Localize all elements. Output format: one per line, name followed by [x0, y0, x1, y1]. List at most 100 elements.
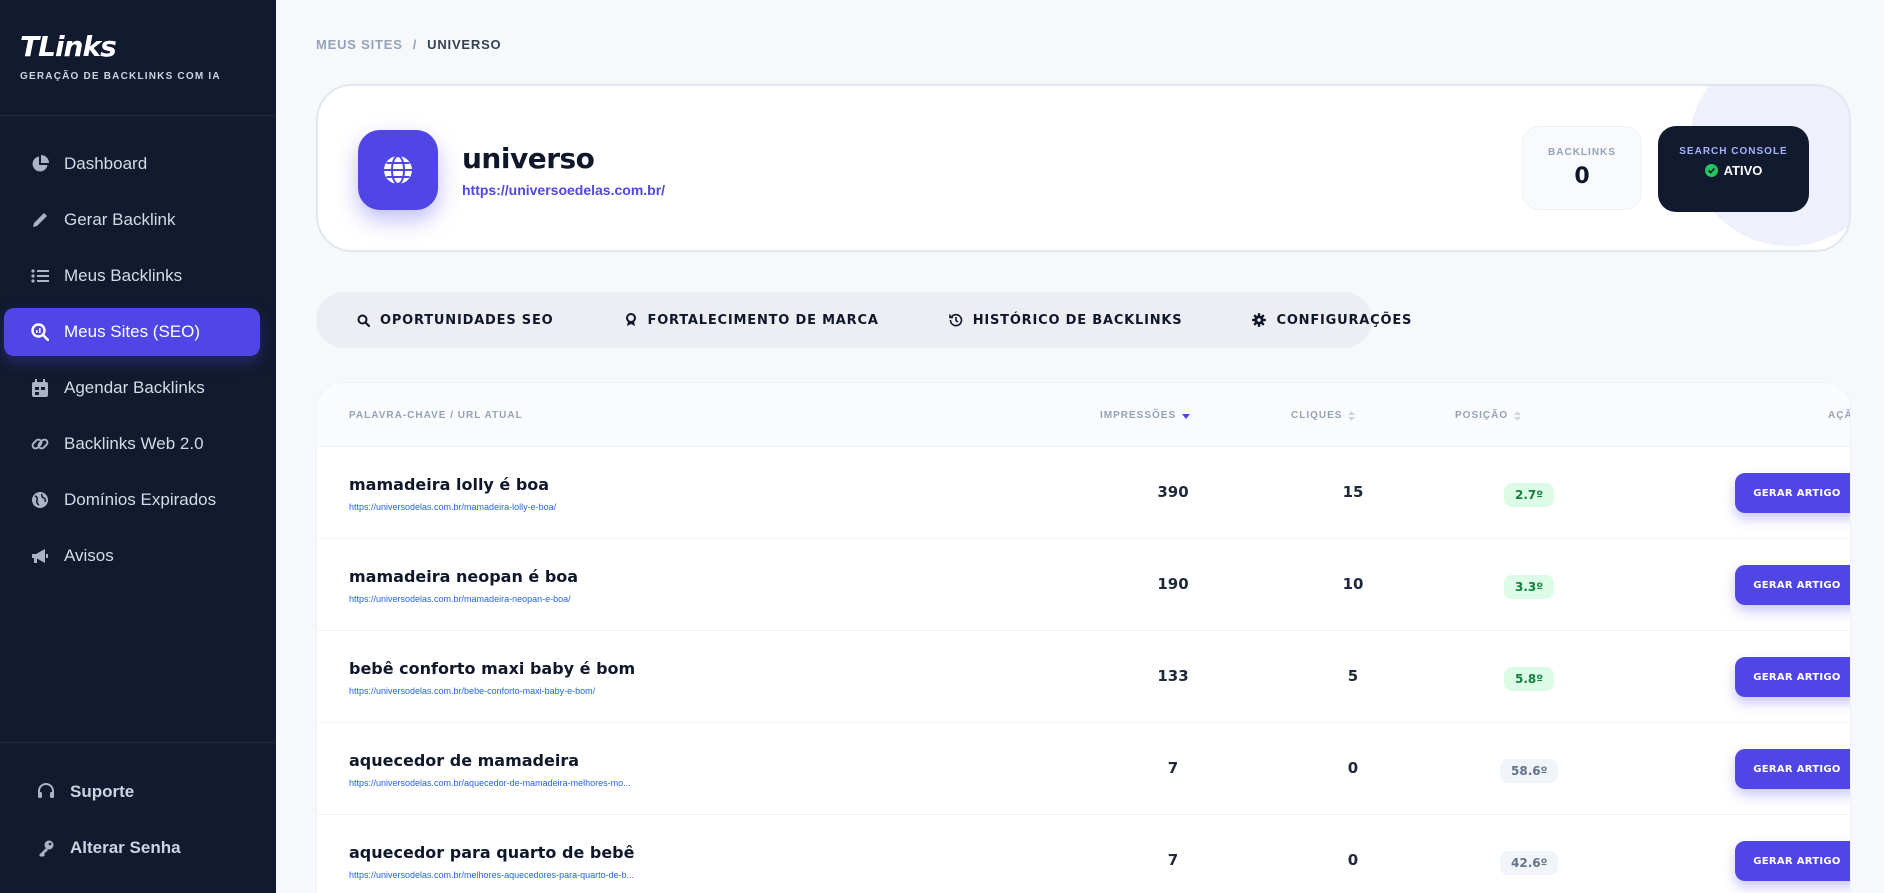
table-row: aquecedor para quarto de bebê https://un…: [317, 815, 1850, 893]
brand-tagline: GERAÇÃO DE BACKLINKS COM IA: [20, 71, 221, 82]
sidebar-item-dashboard[interactable]: Dashboard: [4, 140, 260, 188]
site-header-card: universo https://universoedelas.com.br/ …: [316, 84, 1851, 252]
keyword-url[interactable]: https://universodelas.com.br/aquecedor-d…: [349, 778, 631, 788]
sidebar-bottom: Suporte Alterar Senha: [28, 768, 258, 880]
tab-label: HISTÓRICO DE BACKLINKS: [972, 312, 1183, 328]
tab-configuracoes[interactable]: CONFIGURAÇÕES: [1252, 313, 1412, 328]
headset-icon: [34, 782, 58, 802]
sidebar-item-gerar-backlink[interactable]: Gerar Backlink: [4, 196, 260, 244]
search-console-state: ATIVO: [1658, 163, 1809, 178]
sidebar-item-label: Gerar Backlink: [64, 210, 176, 229]
tab-fortalecimento-de-marca[interactable]: FORTALECIMENTO DE MARCA: [624, 313, 879, 328]
table-row: aquecedor de mamadeira https://universod…: [317, 723, 1850, 815]
brand: TLinks GERAÇÃO DE BACKLINKS COM IA: [20, 30, 221, 82]
link-icon: [28, 434, 52, 454]
backlinks-count: 0: [1574, 164, 1590, 189]
impressions-value: 7: [1167, 759, 1179, 777]
keyword: aquecedor para quarto de bebê: [349, 843, 635, 862]
gerar-artigo-button[interactable]: GERAR ARTIGO: [1735, 749, 1850, 789]
megaphone-icon: [28, 546, 52, 566]
site-name: universo: [462, 142, 595, 175]
clicks-value: 15: [1342, 483, 1364, 501]
impressions-value: 190: [1157, 575, 1189, 593]
site-avatar: [358, 130, 438, 210]
sidebar-item-backlinks-web20[interactable]: Backlinks Web 2.0: [4, 420, 260, 468]
pie-chart-icon: [28, 154, 52, 174]
sidebar-item-agendar-backlinks[interactable]: Agendar Backlinks: [4, 364, 260, 412]
clicks-value: 0: [1347, 851, 1359, 869]
sidebar-item-dominios-expirados[interactable]: Domínios Expirados: [4, 476, 260, 524]
sidebar-item-alterar-senha[interactable]: Alterar Senha: [28, 824, 258, 872]
status-text: ATIVO: [1723, 163, 1763, 178]
tab-oportunidades-seo[interactable]: OPORTUNIDADES SEO: [356, 313, 554, 328]
keyword-url[interactable]: https://universodelas.com.br/bebe-confor…: [349, 686, 595, 696]
search-console-status[interactable]: SEARCH CONSOLE ATIVO: [1658, 126, 1809, 212]
position-badge: 3.3º: [1504, 575, 1555, 599]
clicks-value: 5: [1347, 667, 1359, 685]
main-content: MEUS SITES / UNIVERSO universo https://uni…: [276, 0, 1884, 893]
keyword-url[interactable]: https://universodelas.com.br/mamadeira-l…: [349, 502, 556, 512]
col-position[interactable]: POSIÇÃO: [1455, 410, 1522, 421]
pencil-icon: [28, 210, 52, 230]
sidebar-item-meus-sites[interactable]: Meus Sites (SEO): [4, 308, 260, 356]
position-badge: 42.6º: [1500, 851, 1559, 875]
breadcrumb: MEUS SITES / UNIVERSO: [316, 37, 501, 52]
gerar-artigo-button[interactable]: GERAR ARTIGO: [1735, 841, 1850, 881]
sidebar-item-label: Agendar Backlinks: [64, 378, 205, 397]
keyword-url[interactable]: https://universodelas.com.br/melhores-aq…: [349, 870, 634, 880]
breadcrumb-parent[interactable]: MEUS SITES: [316, 37, 403, 52]
position-badge: 5.8º: [1504, 667, 1555, 691]
sort-desc-icon: [1182, 413, 1191, 419]
sidebar-item-label: Dashboard: [64, 154, 148, 173]
clicks-value: 0: [1347, 759, 1359, 777]
sidebar-divider: [0, 742, 276, 743]
sort-icon: [1348, 410, 1356, 421]
position-badge: 2.7º: [1504, 483, 1555, 507]
tab-historico-de-backlinks[interactable]: HISTÓRICO DE BACKLINKS: [948, 312, 1183, 328]
col-action: AÇÃO: [1828, 410, 1850, 421]
site-tabs: OPORTUNIDADES SEO FORTALECIMENTO DE MARC…: [316, 292, 1411, 348]
table-header: PALAVRA-CHAVE / URL ATUAL IMPRESSÕES CLI…: [317, 383, 1850, 447]
gerar-artigo-button[interactable]: GERAR ARTIGO: [1735, 657, 1850, 697]
col-impressions[interactable]: IMPRESSÕES: [1100, 410, 1191, 421]
tab-label: CONFIGURAÇÕES: [1276, 312, 1413, 328]
keyword: aquecedor de mamadeira: [349, 751, 580, 770]
gerar-artigo-button[interactable]: GERAR ARTIGO: [1735, 473, 1850, 513]
position-badge: 58.6º: [1500, 759, 1559, 783]
globe-icon: [28, 490, 52, 510]
sidebar-item-label: Avisos: [64, 546, 114, 565]
tab-label: FORTALECIMENTO DE MARCA: [647, 312, 879, 328]
site-url-link[interactable]: https://universoedelas.com.br/: [462, 182, 665, 198]
keyword: mamadeira lolly é boa: [349, 475, 550, 494]
sidebar-divider: [0, 115, 276, 116]
impressions-value: 133: [1157, 667, 1189, 685]
sidebar-item-label: Backlinks Web 2.0: [64, 434, 204, 453]
search-console-label: SEARCH CONSOLE: [1679, 146, 1788, 157]
search-chart-icon: [28, 322, 52, 342]
sidebar-item-label: Suporte: [70, 782, 135, 801]
sidebar-item-label: Meus Sites (SEO): [64, 322, 201, 341]
col-keyword: PALAVRA-CHAVE / URL ATUAL: [349, 410, 523, 421]
gerar-artigo-button[interactable]: GERAR ARTIGO: [1735, 565, 1850, 605]
keyword-url[interactable]: https://universodelas.com.br/mamadeira-n…: [349, 594, 571, 604]
sidebar-item-avisos[interactable]: Avisos: [4, 532, 260, 580]
backlinks-label: BACKLINKS: [1548, 147, 1616, 158]
breadcrumb-current: UNIVERSO: [427, 37, 502, 52]
sidebar-item-suporte[interactable]: Suporte: [28, 768, 258, 816]
globe-icon: [384, 155, 412, 185]
list-icon: [28, 266, 52, 286]
logo[interactable]: TLinks: [20, 30, 221, 63]
award-icon: [624, 313, 638, 327]
sort-icon: [1514, 410, 1522, 421]
sidebar-item-label: Domínios Expirados: [64, 490, 217, 509]
keywords-table: PALAVRA-CHAVE / URL ATUAL IMPRESSÕES CLI…: [316, 382, 1851, 893]
breadcrumb-separator: /: [412, 37, 418, 52]
sidebar-item-label: Meus Backlinks: [64, 266, 183, 285]
gear-icon: [1252, 313, 1267, 327]
sidebar: TLinks GERAÇÃO DE BACKLINKS COM IA Dashb…: [0, 0, 276, 893]
impressions-value: 7: [1167, 851, 1179, 869]
sidebar-item-meus-backlinks[interactable]: Meus Backlinks: [4, 252, 260, 300]
search-icon: [356, 313, 370, 327]
col-clicks[interactable]: CLIQUES: [1291, 410, 1356, 421]
impressions-value: 390: [1157, 483, 1189, 501]
